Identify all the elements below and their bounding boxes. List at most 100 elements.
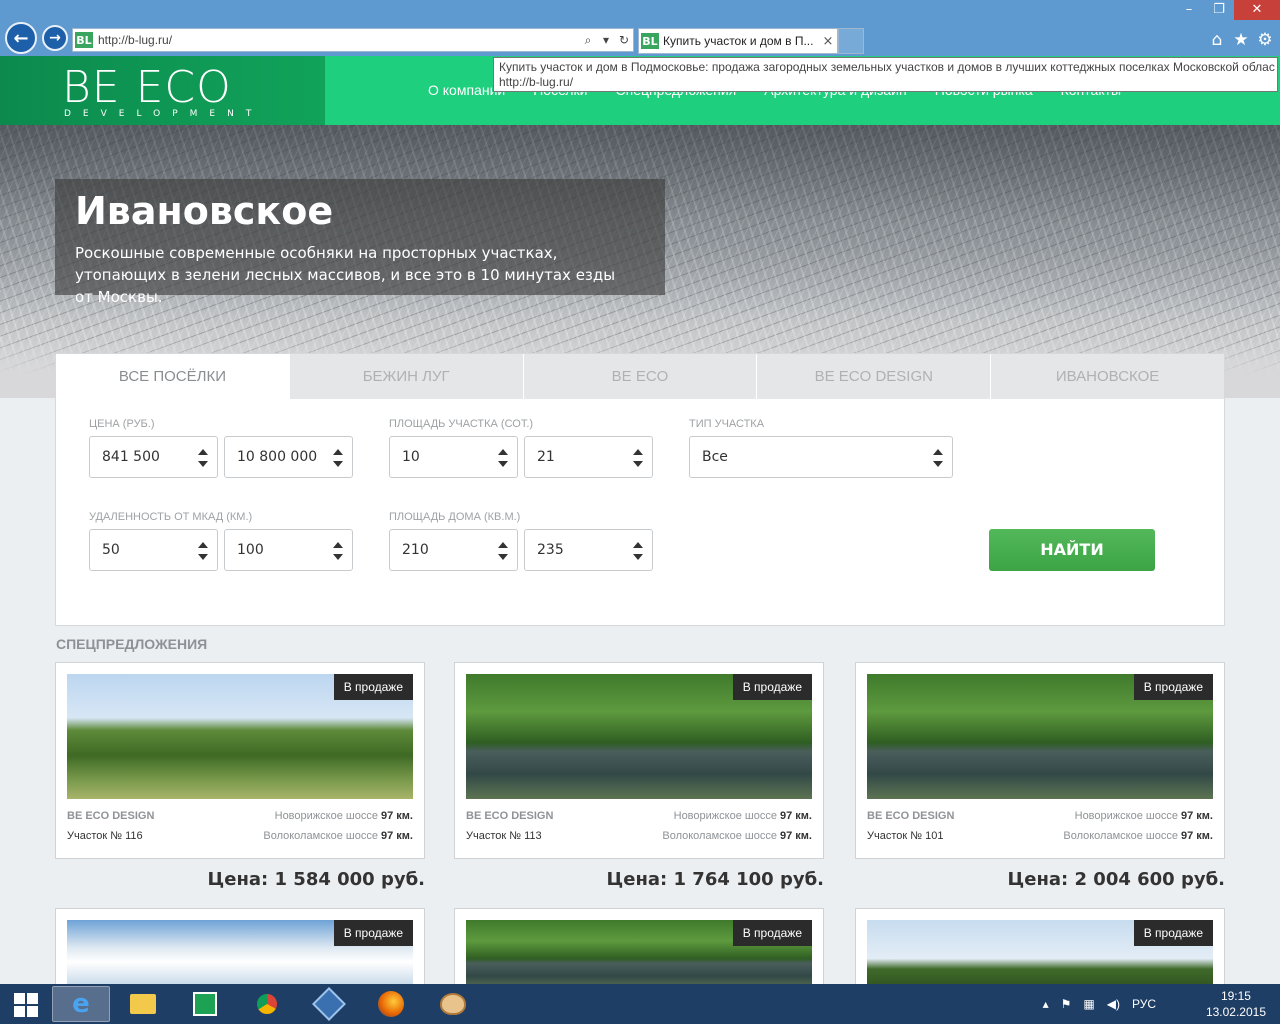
offer-card[interactable]: В продаже (55, 908, 425, 990)
offer-village: BE ECO DESIGN (466, 810, 554, 822)
house-from-select[interactable]: 210 (389, 529, 518, 571)
arrow-left-icon: ← (13, 27, 29, 49)
plot-from-select[interactable]: 10 (389, 436, 518, 478)
road-2-km: 97 км. (780, 830, 812, 842)
store-icon[interactable] (176, 986, 234, 1022)
offer-road-2: Волоколамское шоссе 97 км. (263, 830, 413, 842)
dropdown-icon[interactable]: ▾ (597, 33, 615, 47)
plot-type-select[interactable]: Все (689, 436, 953, 478)
clock[interactable]: 19:15 13.02.2015 (1206, 988, 1266, 1020)
offer-lot: Участок № 116 (67, 830, 143, 842)
favorites-star-icon[interactable]: ★ (1232, 30, 1250, 50)
house-to-select[interactable]: 235 (524, 529, 653, 571)
volume-icon[interactable]: ◀) (1107, 997, 1120, 1011)
restore-icon[interactable]: ❐ (1204, 0, 1234, 20)
input-language[interactable]: РУС (1132, 997, 1156, 1011)
tab-be-eco[interactable]: BE ECO (522, 354, 757, 399)
road-2-km: 97 км. (381, 830, 413, 842)
tray-expand-icon[interactable]: ▴ (1043, 997, 1049, 1011)
plot-to-value: 21 (537, 449, 555, 465)
distance-to-select[interactable]: 100 (224, 529, 353, 571)
distance-from-select[interactable]: 50 (89, 529, 218, 571)
house-to-value: 235 (537, 542, 564, 558)
plot-area-label: ПЛОЩАДЬ УЧАСТКА (СОТ.) (389, 418, 534, 430)
price-from-select[interactable]: 841 500 (89, 436, 218, 478)
offer-card[interactable]: В продаже (855, 908, 1225, 990)
site-favicon: BL (75, 32, 93, 48)
stepper-arrows-icon (633, 448, 643, 468)
new-tab-button[interactable] (838, 28, 864, 54)
price-to-select[interactable]: 10 800 000 (224, 436, 353, 478)
distance-to-value: 100 (237, 542, 264, 558)
refresh-icon[interactable]: ↻ (615, 33, 633, 47)
tab-title: Купить участок и дом в П... (663, 34, 814, 48)
action-center-icon[interactable]: ⚑ (1061, 997, 1072, 1011)
offer-price: Цена: 1 764 100 руб. (606, 869, 824, 890)
windows-start-icon[interactable] (14, 993, 38, 1017)
back-button[interactable]: ← (5, 22, 37, 54)
search-icon[interactable]: ⌕ (579, 33, 597, 48)
offer-road-2: Волоколамское шоссе 97 км. (1063, 830, 1213, 842)
internet-explorer-icon[interactable]: e (52, 986, 110, 1022)
browser-toolbar-icons: ⌂ ★ ⚙ (1208, 30, 1274, 50)
offer-photo[interactable]: В продаже (466, 920, 812, 990)
offer-road-1: Новорижское шоссе 97 км. (674, 810, 812, 822)
logo[interactable]: BE ECO DEVELOPMENT (0, 56, 325, 125)
offer-road-2: Волоколамское шоссе 97 км. (662, 830, 812, 842)
tab-be-eco-design[interactable]: BE ECO DESIGN (756, 354, 991, 399)
stepper-arrows-icon (198, 541, 208, 561)
forward-button[interactable]: → (42, 25, 68, 51)
on-sale-badge: В продаже (333, 674, 413, 700)
plot-to-select[interactable]: 21 (524, 436, 653, 478)
paint-icon[interactable] (424, 986, 482, 1022)
logo-text: BE ECO (62, 62, 232, 113)
offer-lot: Участок № 113 (466, 830, 542, 842)
stepper-arrows-icon (633, 541, 643, 561)
search-filter-panel: ВСЕ ПОСЁЛКИ БЕЖИН ЛУГ BE ECO BE ECO DESI… (55, 353, 1225, 626)
plot-type-label: ТИП УЧАСТКА (689, 418, 765, 430)
on-sale-badge: В продаже (333, 920, 413, 946)
network-icon[interactable]: ▦ (1083, 997, 1094, 1011)
offer-photo[interactable]: В продаже (867, 920, 1213, 990)
distance-label: УДАЛЕННОСТЬ ОТ МКАД (КМ.) (89, 511, 253, 523)
close-window-icon[interactable]: ✕ (1234, 0, 1280, 20)
offer-photo[interactable]: В продаже (67, 674, 413, 799)
offer-photo[interactable]: В продаже (867, 674, 1213, 799)
file-explorer-icon[interactable] (114, 986, 172, 1022)
offer-photo[interactable]: В продаже (466, 674, 812, 799)
tab-ivanovskoe[interactable]: ИВАНОВСКОЕ (990, 354, 1224, 399)
stepper-arrows-icon (333, 448, 343, 468)
minimize-icon[interactable]: – (1174, 0, 1204, 20)
tab-close-icon[interactable]: × (819, 34, 837, 49)
tab-all-villages[interactable]: ВСЕ ПОСЁЛКИ (56, 354, 289, 399)
address-bar[interactable]: BL http://b-lug.ru/ ⌕ ▾ ↻ (72, 28, 634, 52)
clock-time: 19:15 (1220, 989, 1251, 1003)
offer-card[interactable]: В продаже BE ECO DESIGN Участок № 116 Но… (55, 662, 425, 859)
firefox-icon[interactable] (362, 986, 420, 1022)
offer-price: Цена: 2 004 600 руб. (1007, 869, 1225, 890)
virtualbox-icon[interactable] (300, 986, 358, 1022)
tab-tooltip: Купить участок и дом в Подмосковье: прод… (493, 57, 1278, 92)
arrow-right-icon: → (49, 30, 61, 46)
stepper-arrows-icon (498, 448, 508, 468)
logo-subtitle: DEVELOPMENT (64, 109, 264, 119)
tab-bezhin-lug[interactable]: БЕЖИН ЛУГ (288, 354, 523, 399)
offer-card[interactable]: В продаже (454, 908, 824, 990)
chrome-icon[interactable] (238, 986, 296, 1022)
offer-road-1: Новорижское шоссе 97 км. (1075, 810, 1213, 822)
special-offers-title: СПЕЦПРЕДЛОЖЕНИЯ (56, 636, 208, 652)
browser-chrome: ← → BL http://b-lug.ru/ ⌕ ▾ ↻ BL Купить … (0, 0, 1280, 56)
settings-gear-icon[interactable]: ⚙ (1256, 30, 1274, 50)
stepper-arrows-icon (498, 541, 508, 561)
offer-card[interactable]: В продаже BE ECO DESIGN Участок № 101 Но… (855, 662, 1225, 859)
browser-tab[interactable]: BL Купить участок и дом в П... × (638, 28, 838, 54)
offer-card[interactable]: В продаже BE ECO DESIGN Участок № 113 Но… (454, 662, 824, 859)
on-sale-badge: В продаже (1133, 920, 1213, 946)
home-icon[interactable]: ⌂ (1208, 30, 1226, 50)
find-button[interactable]: НАЙТИ (989, 529, 1155, 571)
price-label: ЦЕНА (РУБ.) (89, 418, 155, 430)
offer-photo[interactable]: В продаже (67, 920, 413, 990)
url-text[interactable]: http://b-lug.ru/ (98, 33, 579, 47)
distance-from-value: 50 (102, 542, 120, 558)
taskbar: e ▴ ⚑ ▦ ◀) РУС 19:15 13.02.2015 (0, 984, 1280, 1024)
